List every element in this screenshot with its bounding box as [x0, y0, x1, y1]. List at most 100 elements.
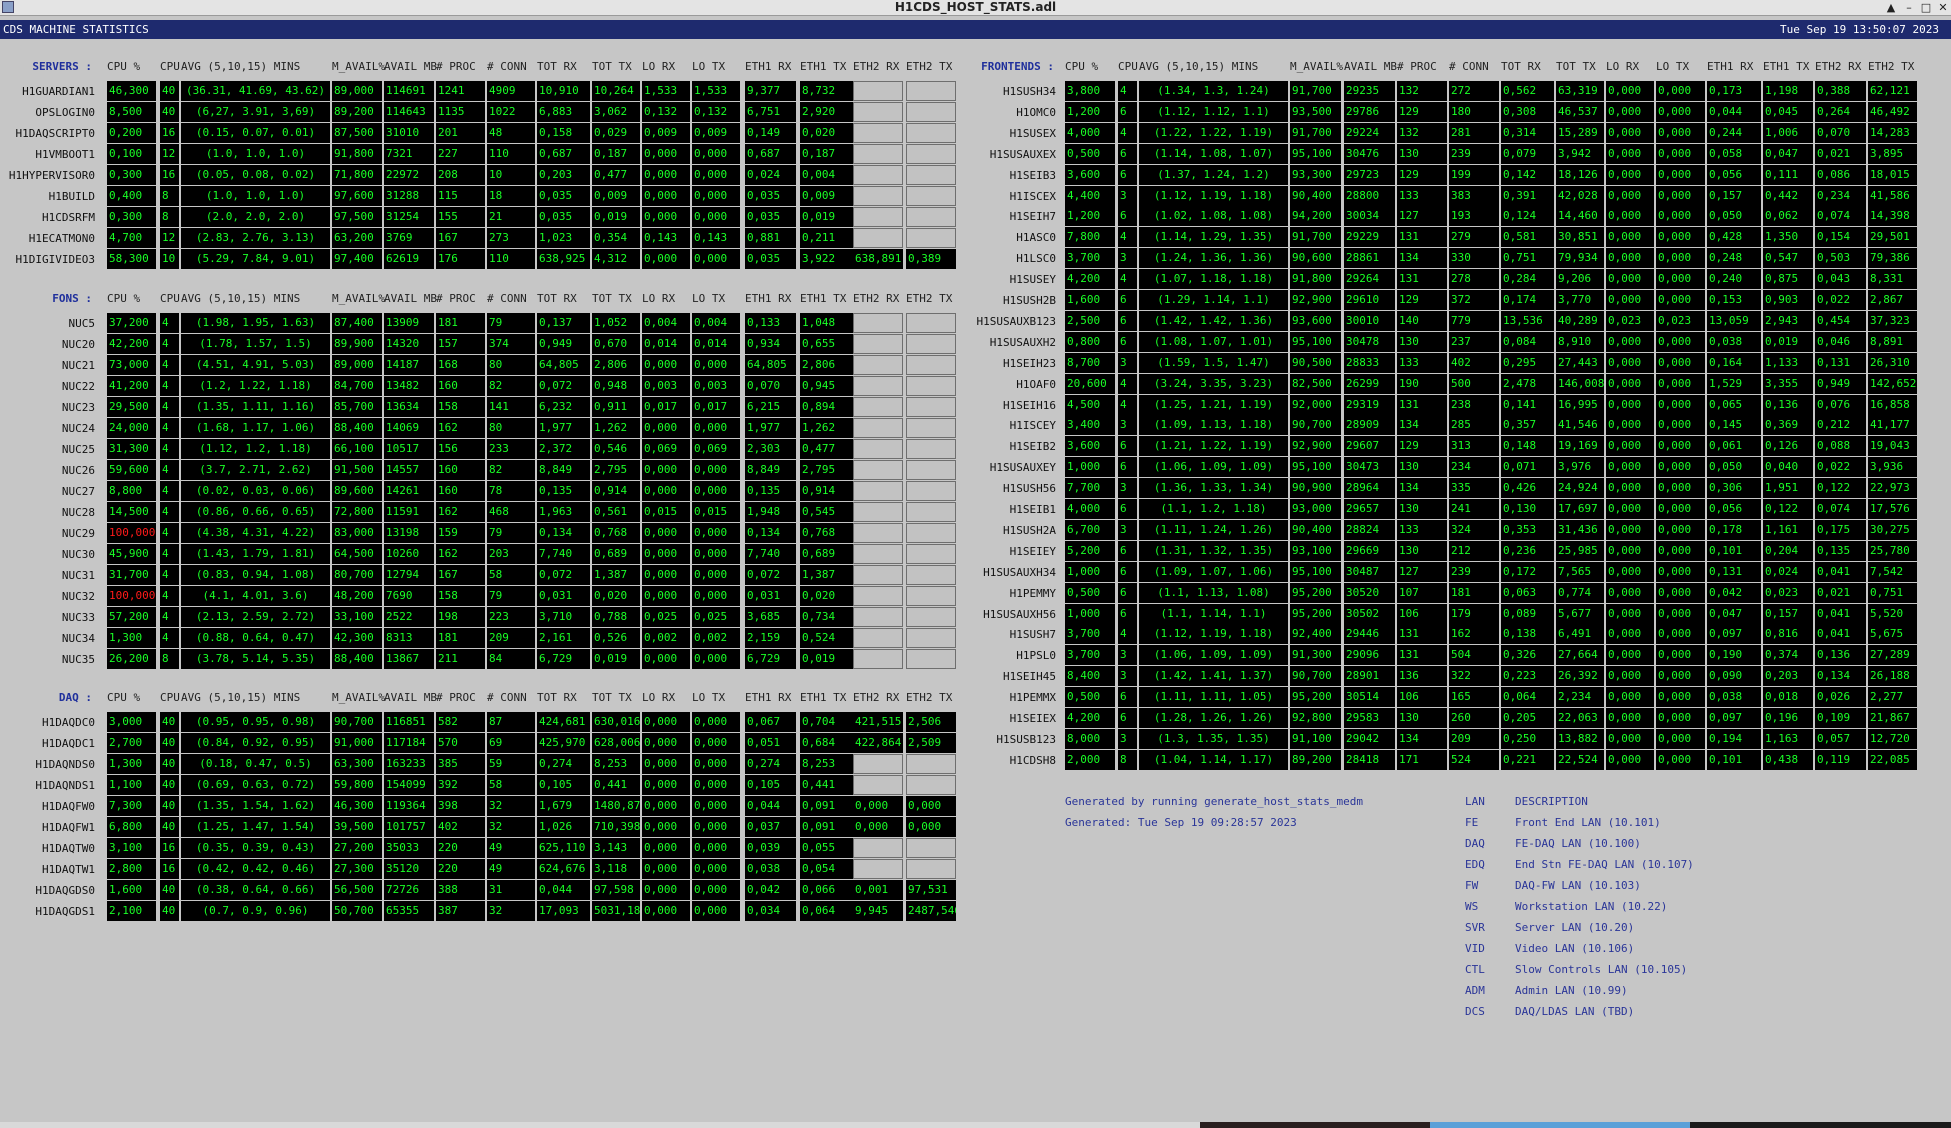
- cell-avail-mb: 30502: [1344, 604, 1395, 624]
- cell-lo-tx: 0,000: [1656, 499, 1705, 519]
- cell-tot-rx: 0,326: [1501, 645, 1554, 665]
- cell-eth2-tx: 2,277: [1868, 687, 1917, 707]
- host-name: H1CDSH8: [1009, 754, 1056, 767]
- cell-proc: 107: [1397, 583, 1447, 603]
- cell-m-avail: 27,200: [332, 838, 382, 858]
- cell-eth2-rx: 0,000: [853, 796, 903, 816]
- cell-eth1-rx: 0,428: [1707, 227, 1761, 247]
- cell-eth2-tx: 29,501: [1868, 227, 1917, 247]
- cell-avg-5-10-15-mins: (1.36, 1.33, 1.34): [1139, 478, 1288, 498]
- generated-by-note: Generated by running generate_host_stats…: [1065, 795, 1364, 808]
- cell-eth2-rx: 0,234: [1815, 186, 1866, 206]
- cell-tot-rx: 0,141: [1501, 395, 1554, 415]
- legend-lan-description: Front End LAN (10.101): [1515, 816, 1661, 829]
- cell-lo-tx: 0,000: [1656, 729, 1705, 749]
- maximize-icon[interactable]: □: [1918, 0, 1934, 15]
- cell-conn: 32: [487, 817, 535, 837]
- cell-tot-rx: 17,093: [537, 901, 590, 921]
- cell-proc: 132: [1397, 81, 1447, 101]
- cell-conn: 281: [1449, 123, 1499, 143]
- cell-conn: 49: [487, 838, 535, 858]
- cell-avail-mb: 101757: [384, 817, 434, 837]
- cell-eth1-tx: 0,045: [1763, 102, 1813, 122]
- cell-tot-rx: 0,250: [1501, 729, 1554, 749]
- minimize-icon[interactable]: –: [1901, 0, 1917, 15]
- cell-conn: 180: [1449, 102, 1499, 122]
- cell-m-avail: 91,300: [1290, 645, 1341, 665]
- cell-conn: 285: [1449, 415, 1499, 435]
- cell-eth1-rx: 0,034: [745, 901, 796, 921]
- cell-eth2-tx: 21,867: [1868, 708, 1917, 728]
- cell-lo-tx: 0,023: [1656, 311, 1705, 331]
- window-menu-icon[interactable]: ▲: [1883, 0, 1899, 15]
- cell-eth1-tx: 0,091: [800, 817, 853, 837]
- cell-cpu: 20,600: [1065, 374, 1115, 394]
- cell-eth2-tx: 25,780: [1868, 541, 1917, 561]
- cell-eth1-tx: 0,374: [1763, 645, 1813, 665]
- cell-cpu: 8,400: [1065, 666, 1115, 686]
- cell-proc: 133: [1397, 520, 1447, 540]
- cell-eth1-rx: 0,056: [1707, 165, 1761, 185]
- cell-tot-rx: 0,205: [1501, 708, 1554, 728]
- cell-tot-tx: 97,598: [592, 880, 640, 900]
- cell-lo-tx: 0,000: [1656, 248, 1705, 268]
- cell-tot-rx: 0,063: [1501, 583, 1554, 603]
- cell-eth1-tx: 0,024: [1763, 562, 1813, 582]
- cell-eth2-tx: 2,867: [1868, 290, 1917, 310]
- cell-eth1-rx: 0,044: [1707, 102, 1761, 122]
- cell-lo-tx: 0,000: [1656, 81, 1705, 101]
- cell-lo-tx: 0,000: [1656, 750, 1705, 770]
- cell-tot-tx: 6,491: [1556, 624, 1604, 644]
- cell-tot-tx: 1480,878: [592, 796, 640, 816]
- cell-avg-5-10-15-mins: (0.42, 0.42, 0.46): [181, 859, 330, 879]
- cell-cpu-load: 6: [1118, 708, 1137, 728]
- cell-lo-rx: 0,000: [642, 817, 690, 837]
- cell-proc: 129: [1397, 102, 1447, 122]
- host-name: H1ASC0: [1016, 231, 1056, 244]
- host-name: H1SEIB2: [1009, 440, 1056, 453]
- legend-lan-description: DAQ/LDAS LAN (TBD): [1515, 1005, 1635, 1018]
- cell-eth2-tx: 22,085: [1868, 750, 1917, 770]
- cell-eth2-tx: 7,542: [1868, 562, 1917, 582]
- cell-cpu-load: 3: [1118, 353, 1137, 373]
- cell-tot-tx: 3,942: [1556, 144, 1604, 164]
- cell-proc: 130: [1397, 541, 1447, 561]
- cell-avg-5-10-15-mins: (1.06, 1.09, 1.09): [1139, 457, 1288, 477]
- cell-eth2-rx: 0,041: [1815, 604, 1866, 624]
- cell-conn: 313: [1449, 436, 1499, 456]
- cell-tot-rx: 0,089: [1501, 604, 1554, 624]
- cell-lo-rx: 0,000: [1606, 604, 1654, 624]
- cell-eth1-rx: 0,097: [1707, 624, 1761, 644]
- close-icon[interactable]: ✕: [1935, 0, 1951, 15]
- cell-m-avail: 93,000: [1290, 499, 1341, 519]
- cell-eth1-rx: 0,037: [745, 817, 796, 837]
- cell-eth2-tx: 0,751: [1868, 583, 1917, 603]
- cell-conn: 31: [487, 880, 535, 900]
- host-name: H1SEIEX: [1009, 712, 1056, 725]
- cell-m-avail: 92,000: [1290, 395, 1341, 415]
- cell-cpu: 3,600: [1065, 165, 1115, 185]
- cell-cpu-load: 6: [1118, 332, 1137, 352]
- cell-eth2-tx: 2487,546: [906, 901, 956, 921]
- cell-tot-rx: 0,391: [1501, 186, 1554, 206]
- cell-lo-tx: 0,000: [692, 880, 740, 900]
- cell-avg-5-10-15-mins: (1.02, 1.08, 1.08): [1139, 206, 1288, 226]
- cell-eth1-tx: 0,157: [1763, 604, 1813, 624]
- cell-tot-tx: 5031,182: [592, 901, 640, 921]
- legend-lan-description: Slow Controls LAN (10.105): [1515, 963, 1688, 976]
- cell-tot-rx: 0,071: [1501, 457, 1554, 477]
- cell-tot-rx: 0,221: [1501, 750, 1554, 770]
- cell-eth2-rx: 0,021: [1815, 583, 1866, 603]
- cell-lo-tx: 0,000: [692, 796, 740, 816]
- host-name: H1OAF0: [1016, 378, 1056, 391]
- cell-lo-tx: 0,000: [1656, 520, 1705, 540]
- cell-lo-rx: 0,000: [1606, 520, 1654, 540]
- cell-lo-tx: 0,000: [692, 775, 740, 795]
- cell-m-avail: 89,200: [1290, 750, 1341, 770]
- cell-lo-rx: 0,000: [642, 901, 690, 921]
- legend-lan-code: EDQ: [1465, 858, 1485, 871]
- cell-cpu-load: 4: [1118, 123, 1137, 143]
- cell-proc: 130: [1397, 144, 1447, 164]
- cell-avail-mb: 29096: [1344, 645, 1395, 665]
- cell-eth2-rx: 0,131: [1815, 353, 1866, 373]
